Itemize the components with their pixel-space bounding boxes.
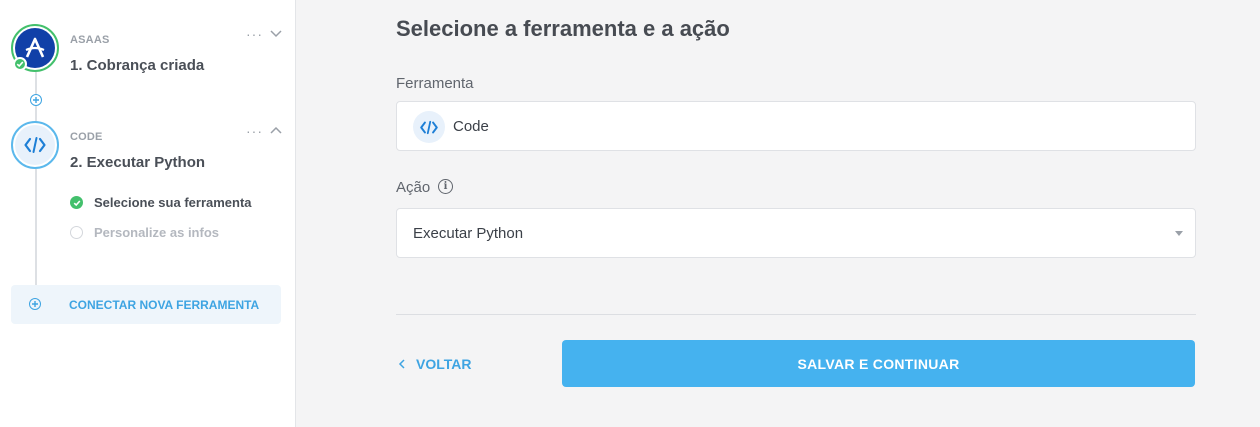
substep-label: Personalize as infos	[94, 225, 219, 240]
action-select[interactable]: Executar Python	[396, 208, 1196, 258]
step-title[interactable]: 2. Executar Python	[70, 154, 205, 171]
info-icon[interactable]: i	[438, 179, 453, 194]
chevron-down-icon[interactable]	[270, 30, 282, 38]
back-button[interactable]: VOLTAR	[398, 352, 471, 376]
action-select-value: Executar Python	[413, 225, 524, 242]
save-and-continue-button[interactable]: SALVAR E CONTINUAR	[562, 340, 1195, 387]
tool-field-label: Ferramenta	[396, 75, 474, 92]
empty-circle-icon	[70, 226, 83, 239]
connect-new-tool-button[interactable]: CONECTAR NOVA FERRAMENTA	[11, 285, 281, 324]
plus-icon	[29, 298, 41, 310]
caret-down-icon	[1175, 231, 1183, 236]
substep-customize[interactable]: Personalize as infos	[70, 225, 219, 240]
save-button-label: SALVAR E CONTINUAR	[797, 355, 960, 372]
divider	[396, 314, 1196, 315]
workflow-sidebar: ASAAS 1. Cobrança criada ··· CODE 2. Exe…	[0, 0, 296, 427]
check-circle-icon	[70, 196, 83, 209]
page-title: Selecione a ferramenta e a ação	[396, 16, 730, 41]
more-options-icon[interactable]: ···	[246, 26, 263, 42]
chevron-up-icon[interactable]	[270, 126, 282, 134]
action-field-label: Ação	[396, 179, 431, 196]
tool-field[interactable]: Code	[396, 101, 1196, 151]
code-icon	[413, 111, 445, 143]
step-app-name: ASAAS	[70, 34, 110, 46]
code-icon[interactable]	[11, 121, 59, 169]
check-badge-icon	[13, 57, 27, 71]
substep-label: Selecione sua ferramenta	[94, 195, 252, 210]
substep-select-tool[interactable]: Selecione sua ferramenta	[70, 195, 252, 210]
connect-new-tool-label: CONECTAR NOVA FERRAMENTA	[69, 298, 260, 312]
more-options-icon[interactable]: ···	[246, 123, 263, 139]
add-step-icon[interactable]	[30, 94, 42, 106]
step-title[interactable]: 1. Cobrança criada	[70, 57, 204, 74]
chevron-left-icon	[398, 359, 405, 369]
tool-field-value: Code	[453, 118, 489, 135]
step-app-name: CODE	[70, 131, 103, 143]
timeline-line	[35, 169, 37, 302]
back-button-label: VOLTAR	[416, 356, 472, 372]
